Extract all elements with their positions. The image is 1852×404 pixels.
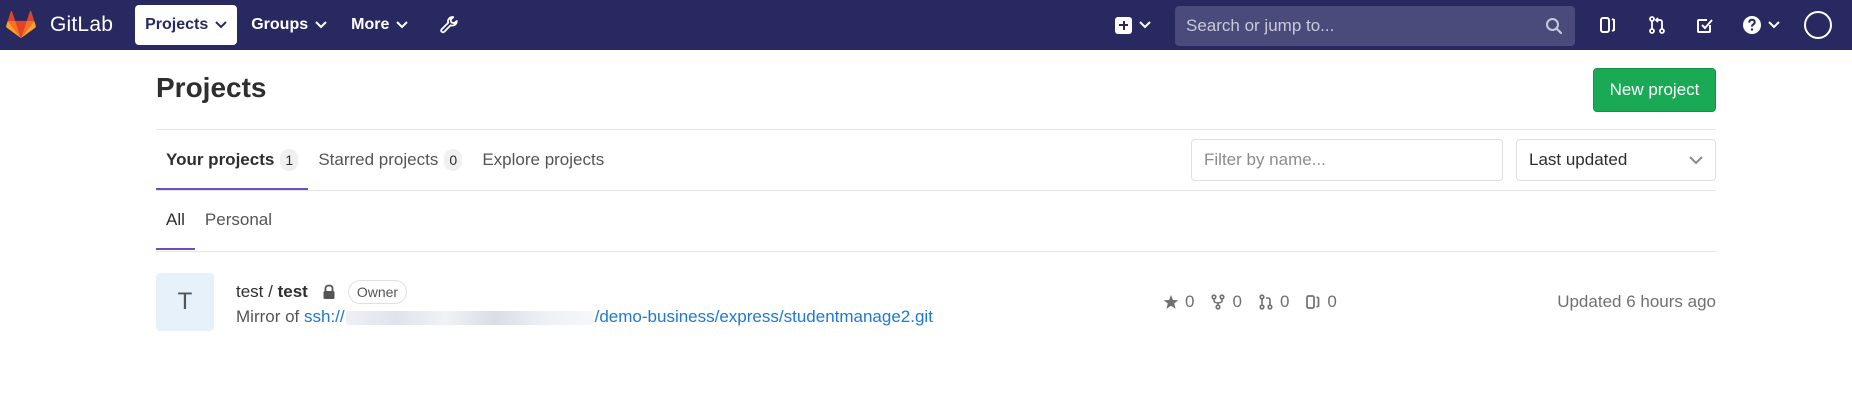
todo-icon — [1697, 19, 1713, 33]
projects-tabs: Your projects 1 Starred projects 0 Explo… — [156, 130, 614, 190]
issues-link[interactable] — [1595, 12, 1621, 38]
wrench-icon — [440, 16, 459, 34]
help-icon — [1743, 16, 1761, 34]
gitlab-logo-icon — [6, 11, 36, 39]
chevron-down-icon — [1139, 21, 1151, 29]
search-icon — [1546, 18, 1563, 35]
top-navbar: GitLab Projects Groups More — [0, 0, 1852, 50]
todos-link[interactable] — [1692, 12, 1718, 38]
stars-count: 0 — [1185, 292, 1195, 311]
merge-request-icon — [1649, 16, 1665, 34]
chevron-down-icon — [215, 21, 227, 29]
search-input[interactable] — [1175, 7, 1525, 45]
mirror-url-link[interactable]: ssh:// /demo-business/express/studentmana… — [304, 307, 933, 326]
chevron-down-icon — [396, 21, 409, 29]
new-item-button[interactable] — [1108, 5, 1158, 45]
sort-dropdown-value: Last updated — [1529, 150, 1628, 169]
lock-icon — [323, 284, 335, 299]
nav-projects-label: Projects — [145, 16, 209, 33]
chevron-down-icon — [315, 21, 327, 29]
stars-count-link[interactable]: 0 — [1163, 292, 1194, 312]
issues-icon — [1600, 17, 1615, 33]
new-dropdown[interactable] — [1108, 0, 1158, 50]
new-project-button[interactable]: New project — [1593, 68, 1716, 112]
access-role-badge: Owner — [347, 280, 408, 304]
mirror-url-start: ssh:// — [304, 307, 345, 326]
divider — [156, 251, 1716, 252]
star-icon — [1163, 295, 1179, 309]
forks-count-link[interactable]: 0 — [1210, 292, 1242, 312]
project-namespace: test — [236, 282, 264, 301]
tab-count-badge: 0 — [444, 149, 463, 171]
project-title-link[interactable]: test / test Owner — [236, 280, 408, 304]
user-avatar[interactable] — [1804, 11, 1832, 39]
nav-more[interactable]: More — [341, 5, 418, 45]
plus-square-icon — [1115, 16, 1132, 34]
issues-count-link[interactable]: 0 — [1305, 292, 1337, 312]
subtab-personal[interactable]: Personal — [195, 190, 282, 250]
mirror-url-end: /demo-business/express/studentmanage2.gi… — [594, 307, 933, 326]
nav-projects[interactable]: Projects — [135, 5, 238, 45]
main-menu: Projects Groups More — [135, 0, 464, 50]
mirror-prefix: Mirror of — [236, 307, 304, 326]
fork-icon — [1211, 294, 1226, 310]
subtab-all[interactable]: All — [156, 190, 195, 250]
tab-count-badge: 1 — [280, 149, 299, 171]
tab-explore-projects-label: Explore projects — [482, 150, 605, 169]
merge-requests-count-link[interactable]: 0 — [1258, 292, 1289, 312]
merge-requests-link[interactable] — [1644, 12, 1670, 38]
tab-starred-projects-label: Starred projects — [318, 150, 439, 169]
merge-requests-count: 0 — [1279, 292, 1290, 311]
tab-starred-projects[interactable]: Starred projects 0 — [308, 130, 472, 190]
last-updated-text: Updated 6 hours ago — [1557, 292, 1716, 311]
merge-request-icon — [1259, 294, 1273, 310]
tab-your-projects[interactable]: Your projects 1 — [156, 130, 309, 190]
nav-more-label: More — [351, 16, 390, 33]
admin-area-link[interactable] — [434, 5, 464, 45]
tab-your-projects-label: Your projects — [166, 150, 275, 169]
project-stats: 0 0 0 0 — [1163, 292, 1353, 312]
nav-groups[interactable]: Groups — [241, 5, 337, 45]
project-filter-tabs: All Personal — [156, 190, 282, 250]
brand-name: GitLab — [50, 13, 114, 36]
filter-by-name-input[interactable] — [1191, 139, 1503, 181]
project-avatar[interactable]: T — [156, 273, 214, 331]
project-name: test — [277, 282, 308, 301]
nav-groups-label: Groups — [251, 16, 309, 33]
chevron-down-icon — [1689, 156, 1703, 165]
divider — [156, 190, 1716, 191]
help-dropdown[interactable] — [1740, 12, 1782, 38]
project-description: Mirror of ssh:// /demo-business/express/s… — [236, 307, 933, 327]
page-title: Projects — [156, 72, 267, 103]
tab-explore-projects[interactable]: Explore projects — [472, 130, 614, 190]
forks-count: 0 — [1232, 292, 1242, 311]
issues-count: 0 — [1327, 292, 1337, 311]
chevron-down-icon — [1768, 21, 1780, 29]
project-separator: / — [263, 282, 278, 301]
issues-icon — [1306, 295, 1320, 309]
global-search[interactable] — [1175, 6, 1575, 46]
redacted-host-blur — [345, 310, 594, 325]
gitlab-home-link[interactable]: GitLab — [0, 0, 113, 50]
sort-dropdown[interactable]: Last updated — [1516, 139, 1716, 181]
